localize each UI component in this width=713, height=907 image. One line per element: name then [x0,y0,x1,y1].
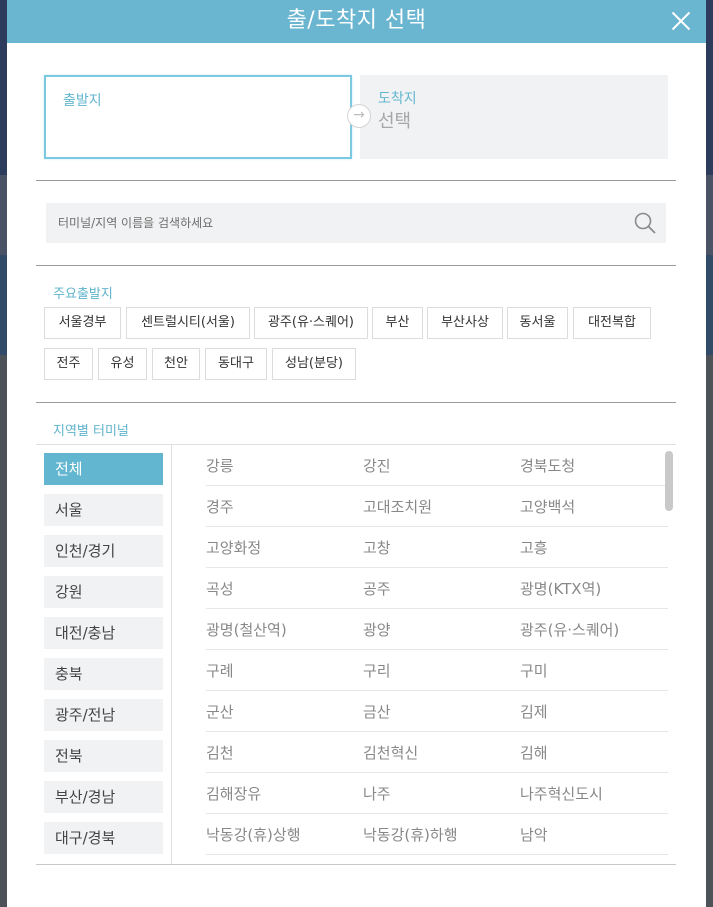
terminal-item[interactable]: 남악 [520,824,548,845]
major-departure-chip[interactable]: 전주 [44,348,93,380]
arrow-right-icon: → [347,104,371,128]
terminal-item[interactable]: 김제 [520,701,548,722]
major-departure-chip[interactable]: 광주(유·스퀘어) [254,307,368,339]
terminal-item[interactable]: 김천혁신 [363,742,418,763]
search-box [46,203,666,243]
major-departure-chip[interactable]: 대전복합 [573,307,651,339]
terminal-row: 곡성 공주 광명(KTX역) [206,568,668,609]
major-departure-chip[interactable]: 부산사상 [427,307,503,339]
region-tab-gangwon[interactable]: 강원 [44,576,163,608]
major-departure-chip[interactable]: 동서울 [507,307,568,339]
terminal-item[interactable]: 강릉 [206,455,234,476]
terminal-row: 고양화정 고창 고흥 [206,527,668,568]
modal-header: 출/도착지 선택 [7,0,706,43]
terminal-row: 낙동강(휴)상행 낙동강(휴)하행 남악 [206,814,668,855]
list-column-divider [171,444,172,864]
terminal-item[interactable]: 구례 [206,660,234,681]
region-tab-gwangju-jeonnam[interactable]: 광주/전남 [44,699,163,731]
close-icon[interactable] [668,8,694,34]
arrival-label: 도착지 [378,91,417,107]
terminal-list-scrollbar[interactable] [665,451,673,511]
terminal-item[interactable]: 김해 [520,742,548,763]
terminal-item[interactable]: 군산 [206,701,234,722]
divider [36,402,676,403]
terminal-item[interactable]: 고대조치원 [363,496,432,517]
terminal-item[interactable]: 나주혁신도시 [520,783,603,804]
region-tab-jeonbuk[interactable]: 전북 [44,740,163,772]
terminal-item[interactable]: 경주 [206,496,234,517]
major-departure-chip[interactable]: 동대구 [205,348,267,380]
regional-terminals-title: 지역별 터미널 [53,424,129,439]
terminal-item[interactable]: 낙동강(휴)상행 [206,824,301,845]
arrival-value: 선택 [378,111,412,132]
major-departure-chip[interactable]: 천안 [152,348,200,380]
region-tab-daegu-gyeongbuk[interactable]: 대구/경북 [44,822,163,854]
terminal-item[interactable]: 구미 [520,660,548,681]
major-departure-chip[interactable]: 서울경부 [44,307,121,339]
terminal-item[interactable]: 광주(유·스퀘어) [520,619,619,640]
terminal-item[interactable]: 금산 [363,701,391,722]
terminal-item[interactable]: 광양 [363,619,391,640]
terminal-item[interactable]: 고양화정 [206,537,261,558]
terminal-item[interactable]: 나주 [363,783,391,804]
region-tab-chungbuk[interactable]: 충북 [44,658,163,690]
region-tab-all[interactable]: 전체 [44,453,163,485]
modal-title: 출/도착지 선택 [286,8,427,33]
major-departures-title: 주요출발지 [53,287,113,302]
terminal-item[interactable]: 김천 [206,742,234,763]
terminal-row: 강릉 강진 경북도청 [206,445,668,486]
terminal-item[interactable]: 광명(KTX역) [520,578,601,599]
major-departure-chip[interactable]: 센트럴시티(서울) [126,307,250,339]
search-input[interactable] [46,203,606,243]
divider [36,864,676,865]
divider [36,180,676,181]
terminal-row: 구례 구리 구미 [206,650,668,691]
terminal-item[interactable]: 광명(철산역) [206,619,287,640]
terminal-item[interactable]: 낙동강(휴)하행 [363,824,458,845]
terminal-item[interactable]: 고양백석 [520,496,575,517]
major-departure-chip[interactable]: 유성 [98,348,147,380]
divider [36,265,676,266]
terminal-item[interactable]: 강진 [363,455,391,476]
region-tab-daejeon-chungnam[interactable]: 대전/충남 [44,617,163,649]
terminal-item[interactable]: 고흥 [520,537,548,558]
terminal-row: 광명(철산역) 광양 광주(유·스퀘어) [206,609,668,650]
region-tab-incheon-gyeonggi[interactable]: 인천/경기 [44,535,163,567]
region-tab-seoul[interactable]: 서울 [44,494,163,526]
terminal-item[interactable]: 곡성 [206,578,234,599]
terminal-row: 김천 김천혁신 김해 [206,732,668,773]
arrival-field[interactable]: 도착지 선택 [360,75,668,159]
terminal-select-modal: 출/도착지 선택 출발지 도착지 선택 → 주요출발지 서울경부 센트럴시티(서… [7,0,706,907]
terminal-row: 군산 금산 김제 [206,691,668,732]
terminal-row: 김해장유 나주 나주혁신도시 [206,773,668,814]
major-departure-chip[interactable]: 부산 [372,307,423,339]
search-icon[interactable] [634,212,656,234]
terminal-item[interactable]: 김해장유 [206,783,261,804]
terminal-row: 경주 고대조치원 고양백석 [206,486,668,527]
departure-field[interactable]: 출발지 [44,75,352,159]
departure-label: 출발지 [63,93,102,109]
terminal-item[interactable]: 경북도청 [520,455,575,476]
region-tab-busan-gyeongnam[interactable]: 부산/경남 [44,781,163,813]
major-departure-chip[interactable]: 성남(분당) [272,348,356,380]
terminal-item[interactable]: 구리 [363,660,391,681]
terminal-item[interactable]: 고창 [363,537,391,558]
terminal-item[interactable]: 공주 [363,578,391,599]
